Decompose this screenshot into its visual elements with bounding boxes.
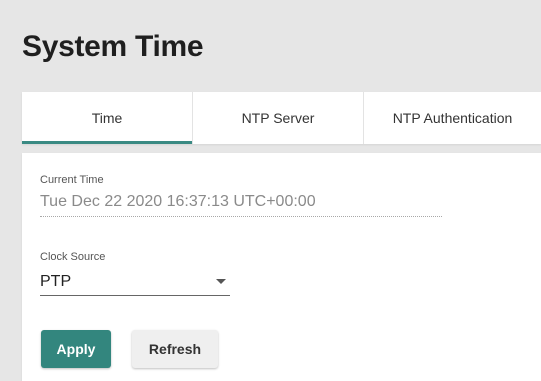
tab-bar: Time NTP Server NTP Authentication [22,92,541,144]
page-title: System Time [22,30,204,63]
tab-ntp-server[interactable]: NTP Server [193,92,364,144]
tab-time[interactable]: Time [22,92,193,144]
time-settings-card: Current Time Tue Dec 22 2020 16:37:13 UT… [22,153,541,381]
caret-down-icon [216,279,226,284]
clock-source-value: PTP [40,273,72,290]
tab-ntp-authentication[interactable]: NTP Authentication [364,92,541,144]
current-time-label: Current Time [40,174,104,186]
refresh-button[interactable]: Refresh [132,330,218,368]
clock-source-select[interactable]: PTP [40,271,230,296]
apply-button[interactable]: Apply [41,330,111,368]
clock-source-label: Clock Source [40,251,106,263]
current-time-value: Tue Dec 22 2020 16:37:13 UTC+00:00 [40,193,442,217]
